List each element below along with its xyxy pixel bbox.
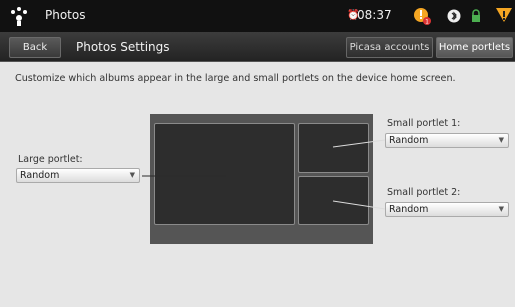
chevron-down-icon: ▼ [129, 171, 135, 179]
status-bar: Photos ⏰ 08:37 1 [0, 0, 515, 32]
notification-alert-icon[interactable]: 1 [413, 6, 431, 26]
chevron-down-icon: ▼ [498, 136, 504, 144]
title-bar: Back Photos Settings Picasa accounts Hom… [0, 32, 515, 62]
signal-warning-icon [496, 8, 512, 22]
small-portlet-2-value: Random [389, 204, 429, 215]
back-button[interactable]: Back [9, 37, 61, 58]
small-portlet-1-label: Small portlet 1: [387, 118, 461, 129]
page-title: Photos Settings [76, 40, 170, 54]
large-portlet-select[interactable]: Random ▼ [16, 168, 140, 183]
status-clock: 08:37 [357, 8, 392, 22]
large-portlet-value: Random [20, 170, 60, 181]
large-portlet-preview [154, 123, 295, 225]
small-portlet-2-label: Small portlet 2: [387, 187, 461, 198]
bluetooth-icon [447, 9, 461, 23]
large-portlet-label: Large portlet: [18, 154, 83, 165]
small-portlet-1-preview [298, 123, 369, 173]
tab-home-portlets[interactable]: Home portlets [436, 37, 513, 58]
tab-picasa-accounts[interactable]: Picasa accounts [346, 37, 433, 58]
small-portlet-2-select[interactable]: Random ▼ [385, 202, 509, 217]
small-portlet-1-value: Random [389, 135, 429, 146]
notification-count: 1 [425, 19, 429, 26]
app-title: Photos [45, 8, 86, 22]
page-description: Customize which albums appear in the lar… [15, 73, 456, 84]
lock-icon [472, 9, 480, 22]
photos-app-icon [11, 7, 27, 26]
small-portlet-2-preview [298, 176, 369, 225]
small-portlet-1-select[interactable]: Random ▼ [385, 133, 509, 148]
chevron-down-icon: ▼ [498, 205, 504, 213]
